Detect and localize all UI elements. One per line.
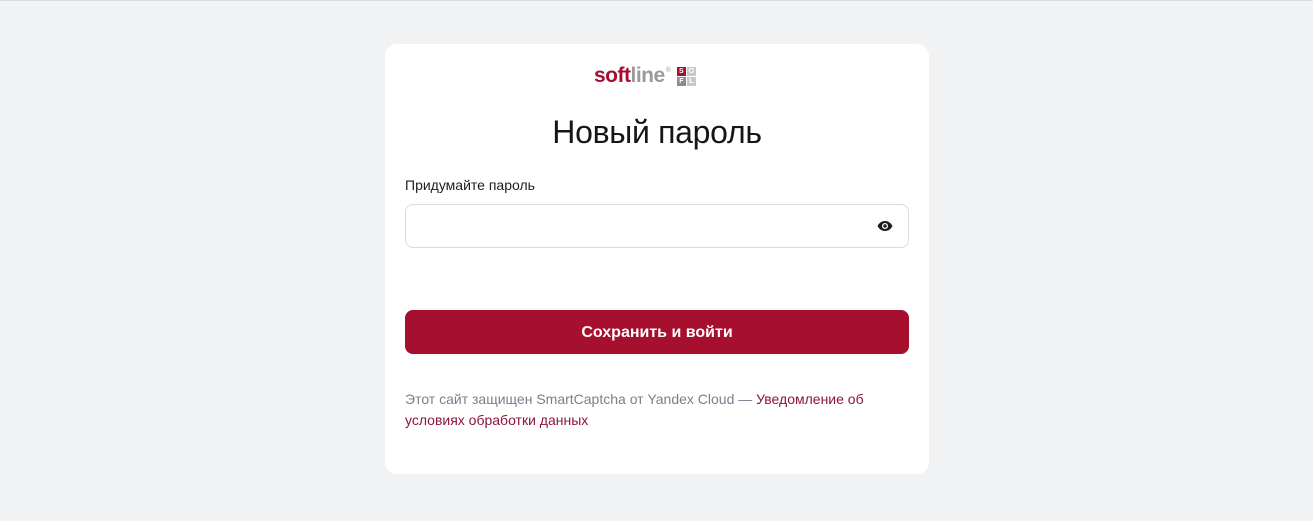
softline-logo: soft line ® S O F L (594, 65, 696, 87)
password-label: Придумайте пароль (405, 177, 535, 193)
logo-registered-mark: ® (665, 67, 671, 74)
auth-card: soft line ® S O F L Новый пароль Придума… (385, 44, 929, 474)
logo-grid-cell: L (686, 76, 696, 86)
password-input[interactable] (418, 205, 862, 249)
eye-icon[interactable] (876, 218, 894, 234)
save-and-login-button[interactable]: Сохранить и войти (405, 310, 909, 354)
logo-grid-icon: S O F L (676, 66, 696, 86)
top-divider (0, 0, 1313, 1)
logo-grid-cell: F (676, 76, 686, 86)
logo-soft-text: soft (594, 64, 631, 87)
logo-grid-cell: O (686, 66, 696, 76)
captcha-notice: Этот сайт защищен SmartCaptcha от Yandex… (405, 389, 909, 431)
password-field (405, 204, 909, 249)
captcha-notice-text: Этот сайт защищен SmartCaptcha от Yandex… (405, 391, 757, 407)
logo-line-text: line (630, 64, 666, 87)
logo-grid-cell: S (676, 66, 686, 76)
page-title: Новый пароль (552, 114, 762, 150)
